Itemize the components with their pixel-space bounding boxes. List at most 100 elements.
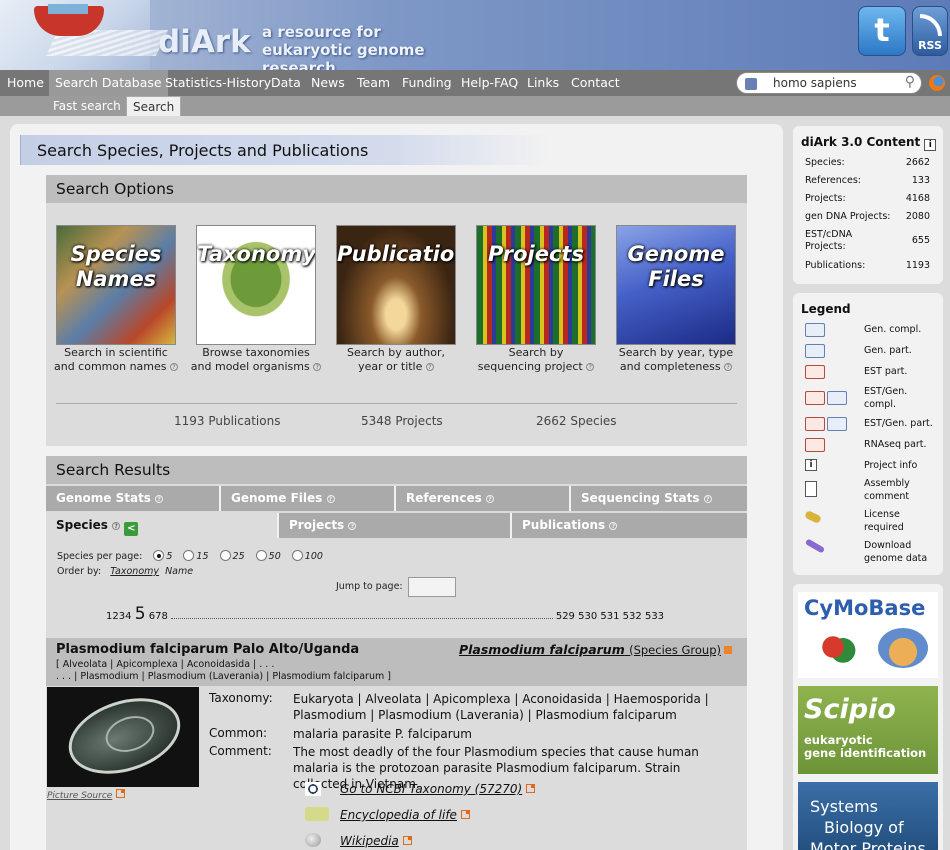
- help-icon[interactable]: ?: [703, 495, 712, 503]
- twitter-icon[interactable]: t: [858, 6, 906, 56]
- external-link-icon: [526, 784, 536, 793]
- help-icon[interactable]: ?: [586, 363, 595, 371]
- help-icon[interactable]: ?: [155, 495, 164, 503]
- systems-biology-banner[interactable]: Systems Biology of Motor Proteins: [798, 782, 938, 850]
- page-link[interactable]: 530: [578, 611, 597, 622]
- per-page-radio-15[interactable]: [183, 550, 195, 561]
- encyclopedia-of-life-link[interactable]: Encyclopedia of life: [340, 808, 470, 822]
- ark-logo[interactable]: [0, 0, 169, 70]
- species-group-suffix: (Species Group): [629, 643, 721, 657]
- tab-projects[interactable]: Projects ?: [279, 513, 512, 538]
- legend-box: Legend Gen. compl. Gen. part. EST part. …: [793, 293, 943, 575]
- link-text: Wikipedia: [340, 834, 399, 848]
- cymobase-banner[interactable]: CyMoBase: [798, 592, 938, 678]
- share-icon[interactable]: <: [124, 522, 139, 536]
- per-page-radio-5[interactable]: [153, 550, 165, 561]
- help-icon[interactable]: ?: [425, 363, 434, 371]
- help-icon[interactable]: ?: [485, 495, 494, 503]
- stat-label: gen DNA Projects:: [805, 211, 891, 222]
- tile-label: Files: [648, 267, 704, 291]
- caption-line: Browse taxonomies: [202, 346, 310, 359]
- search-results-header: Search Results: [46, 456, 747, 484]
- wikipedia-link[interactable]: Wikipedia: [340, 834, 412, 848]
- per-page-radio-25[interactable]: [219, 550, 231, 561]
- order-label: Order by:: [57, 566, 102, 577]
- taxonomy-value: Eukaryota | Alveolata | Apicomplexa | Ac…: [293, 692, 709, 722]
- info-icon[interactable]: i: [924, 139, 937, 151]
- legend-label: Gen. part.: [864, 345, 912, 356]
- genome-files-tile[interactable]: Genome Files: [616, 225, 736, 345]
- page-link[interactable]: 8: [161, 611, 167, 622]
- common-value: malaria parasite P. falciparum: [293, 727, 472, 741]
- nav-funding[interactable]: Funding: [396, 70, 458, 96]
- search-icon[interactable]: ⚲: [905, 74, 915, 90]
- nav-search-database[interactable]: Search Database: [49, 70, 168, 96]
- page-link[interactable]: 532: [623, 611, 642, 622]
- motor-protein-icon: [878, 628, 928, 668]
- publications-tile[interactable]: Publications: [336, 225, 456, 345]
- nav-help-faq[interactable]: Help-FAQ: [455, 70, 524, 96]
- help-icon[interactable]: ?: [170, 363, 179, 371]
- radio-label: 50: [268, 551, 281, 562]
- nav-statistics-history[interactable]: Statistics-History: [159, 70, 277, 96]
- content-title-text: diArk 3.0 Content: [801, 135, 921, 149]
- per-page-row: Species per page: 5 15 25 50 100: [57, 550, 323, 562]
- projects-count: 5348 Projects: [361, 414, 443, 428]
- page-link[interactable]: 531: [600, 611, 619, 622]
- page-link[interactable]: 4: [125, 611, 131, 622]
- search-options-heading: Search Options: [56, 180, 174, 198]
- publications-caption: Search by author, year or title ?: [321, 346, 471, 374]
- tab-genome-files[interactable]: Genome Files ?: [221, 486, 396, 511]
- ncbi-icon: [305, 782, 321, 796]
- picture-source-link[interactable]: Picture Source: [47, 789, 126, 801]
- search-input[interactable]: [773, 75, 893, 91]
- rss-icon[interactable]: RSS: [912, 6, 948, 56]
- nav-data[interactable]: Data: [265, 70, 307, 96]
- content-stats-box: diArk 3.0 Content i Species: 2662 Referen…: [793, 126, 943, 284]
- subnav-fast-search[interactable]: Fast search: [47, 96, 127, 116]
- tab-publications[interactable]: Publications ?: [512, 513, 747, 538]
- ncbi-taxonomy-link[interactable]: Go to NCBI Taxonomy (57270): [340, 782, 536, 796]
- page-link[interactable]: 533: [645, 611, 664, 622]
- est-gen-compl-icon: [805, 391, 847, 405]
- content-stats-title: diArk 3.0 Content i: [801, 135, 937, 151]
- projects-caption: Search by sequencing project ?: [461, 346, 611, 374]
- taxonomy-tile[interactable]: Taxonomy: [196, 225, 316, 345]
- eol-icon: [305, 807, 329, 821]
- help-icon[interactable]: ?: [348, 522, 357, 530]
- nav-contact[interactable]: Contact: [565, 70, 626, 96]
- help-icon[interactable]: ?: [112, 522, 121, 530]
- scipio-subtitle-line: gene identification: [804, 746, 927, 760]
- subnav-search[interactable]: Search: [126, 96, 182, 116]
- external-link-icon: [460, 810, 470, 819]
- stat-label: References:: [805, 175, 861, 186]
- order-name-link[interactable]: Name: [165, 566, 193, 577]
- tab-label: Projects: [289, 518, 345, 532]
- jump-to-page-input[interactable]: [408, 577, 456, 597]
- tab-sequencing-stats[interactable]: Sequencing Stats ?: [571, 486, 747, 511]
- order-taxonomy-link[interactable]: Taxonomy: [110, 566, 159, 577]
- tab-genome-stats[interactable]: Genome Stats ?: [46, 486, 221, 511]
- species-group-link[interactable]: Plasmodium falciparum (Species Group): [459, 642, 721, 657]
- nav-links[interactable]: Links: [521, 70, 565, 96]
- help-icon[interactable]: ?: [609, 522, 618, 530]
- taxonomy-label: Taxonomy:: [209, 691, 273, 705]
- nav-home[interactable]: Home: [1, 70, 50, 96]
- firefox-icon[interactable]: [929, 75, 945, 91]
- per-page-radio-50[interactable]: [255, 550, 267, 561]
- per-page-radio-100[interactable]: [291, 550, 303, 561]
- page-link[interactable]: 529: [556, 611, 575, 622]
- tab-species[interactable]: Species ? <: [46, 513, 279, 538]
- projects-tile[interactable]: Projects: [476, 225, 596, 345]
- site-title[interactable]: diArk: [158, 24, 251, 60]
- help-icon[interactable]: ?: [326, 495, 335, 503]
- nav-news[interactable]: News: [305, 70, 351, 96]
- scipio-banner[interactable]: Scipio eukaryotic gene identification: [798, 686, 938, 774]
- tab-references[interactable]: References ?: [396, 486, 571, 511]
- search-engine-icon[interactable]: [745, 78, 757, 90]
- species-names-tile[interactable]: Species Names: [56, 225, 176, 345]
- nav-team[interactable]: Team: [351, 70, 396, 96]
- legend-title: Legend: [801, 302, 851, 316]
- tile-label: Projects: [488, 242, 584, 266]
- help-icon[interactable]: ?: [724, 363, 733, 371]
